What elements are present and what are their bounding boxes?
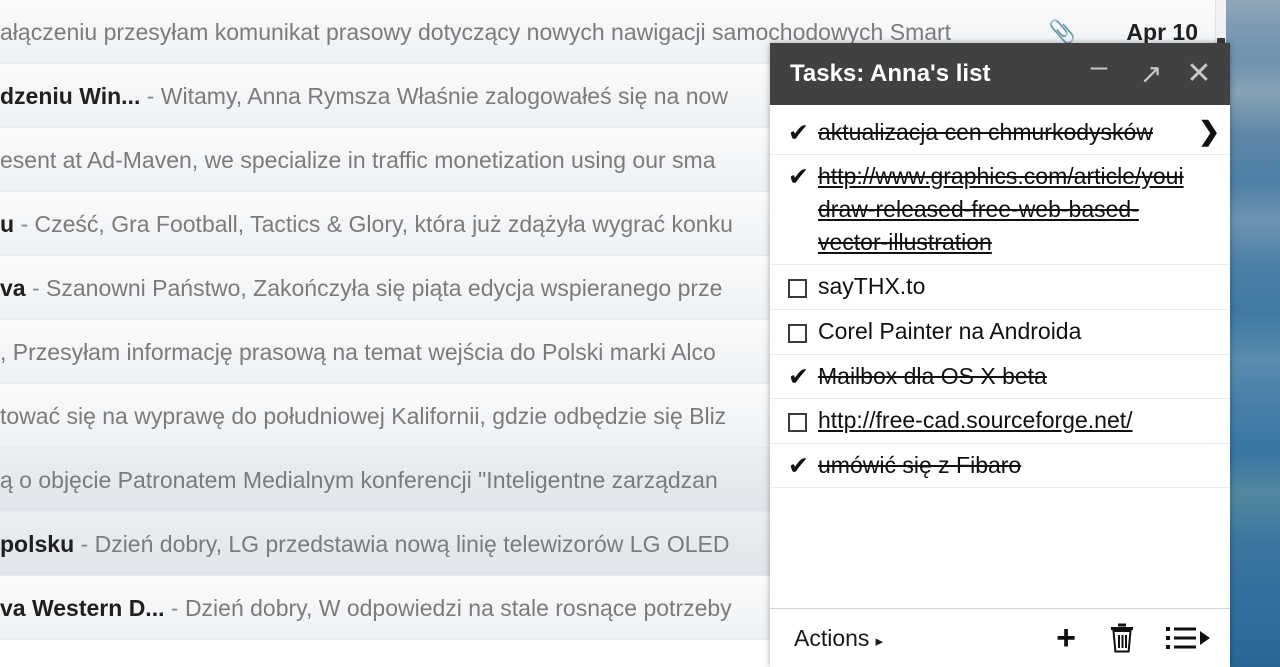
task-row[interactable]: sayTHX.to — [770, 265, 1230, 310]
mail-sender: dzeniu Win... — [0, 83, 141, 109]
task-row[interactable]: ✔ umówić się z Fibaro — [770, 444, 1230, 488]
switch-list-button[interactable] — [1164, 609, 1212, 667]
mail-snippet: tować się na wyprawę do południowej Kali… — [0, 403, 727, 429]
task-checked-icon[interactable]: ✔ — [788, 452, 818, 480]
close-icon[interactable]: ✕ — [1182, 43, 1216, 105]
mail-dash: - — [31, 275, 40, 301]
mail-snippet: Cześć, Gra Football, Tactics & Glory, kt… — [34, 211, 733, 237]
mail-snippet: esent at Ad-Maven, we specialize in traf… — [0, 147, 716, 173]
mail-snippet: ą o objęcie Patronatem Medialnym konfere… — [0, 467, 718, 493]
task-row[interactable]: ✔ Mailbox dla OS X beta — [770, 355, 1230, 399]
task-checked-icon[interactable]: ✔ — [788, 163, 818, 191]
mail-snippet: Dzień dobry, LG przedstawia nową linię t… — [94, 531, 730, 557]
actions-label: Actions — [794, 625, 870, 651]
task-title: sayTHX.to — [818, 273, 926, 299]
trash-icon — [1111, 623, 1133, 653]
list-icon — [1166, 626, 1210, 649]
tasks-panel[interactable]: Tasks: Anna's list – ↗ ✕ ✔ aktualizacja c… — [770, 43, 1230, 667]
checkbox-empty-icon[interactable] — [788, 413, 807, 432]
mail-sender: polsku — [0, 531, 75, 557]
tasks-footer: Actions ▸ + — [770, 608, 1230, 667]
task-row[interactable]: ✔ http://www.graphics.com/article/youidra… — [770, 155, 1230, 265]
checkbox-empty-icon[interactable] — [788, 324, 807, 343]
chevron-right-icon[interactable]: ❯ — [1198, 115, 1220, 148]
mail-dash: - — [80, 531, 89, 557]
task-link[interactable]: http://www.graphics.com/article/youidraw… — [818, 160, 1190, 259]
task-row[interactable]: Corel Painter na Androida — [770, 310, 1230, 355]
tasks-title: Tasks: Anna's list — [790, 60, 991, 87]
mail-dash: - — [170, 595, 179, 621]
desktop-background: ałączeniu przesyłam komunikat prasowy do… — [0, 0, 1280, 667]
mail-snippet: ałączeniu przesyłam komunikat prasowy do… — [0, 19, 952, 45]
task-link[interactable]: http://free-cad.sourceforge.net/ — [818, 404, 1190, 437]
task-title: Corel Painter na Androida — [818, 318, 1082, 344]
actions-menu-button[interactable]: Actions ▸ — [794, 609, 883, 667]
task-checked-icon[interactable]: ✔ — [788, 119, 818, 147]
task-checkbox[interactable] — [788, 273, 818, 304]
mail-dash: - — [146, 83, 155, 109]
caret-right-icon: ▸ — [875, 633, 883, 650]
mail-dash: - — [20, 211, 29, 237]
tasks-titlebar[interactable]: Tasks: Anna's list – ↗ ✕ — [770, 43, 1230, 105]
mail-sender: va — [0, 275, 26, 301]
mail-snippet: Szanowni Państwo, Zakończyła się piąta e… — [46, 275, 723, 301]
delete-task-button[interactable] — [1106, 609, 1138, 667]
add-task-button[interactable]: + — [1050, 609, 1082, 667]
task-checkbox[interactable] — [788, 318, 818, 349]
popout-icon[interactable]: ↗ — [1134, 43, 1168, 105]
tasks-list[interactable]: ✔ aktualizacja cen chmurkodysków ❯ ✔ http://… — [770, 105, 1230, 608]
mail-snippet: , Przesyłam informację prasową na temat … — [0, 339, 716, 365]
minimize-icon[interactable]: – — [1082, 43, 1116, 105]
mail-sender: u — [0, 211, 15, 237]
task-title: umówić się z Fibaro — [818, 452, 1022, 478]
mail-sender: va Western D... — [0, 595, 165, 621]
task-row[interactable]: ✔ aktualizacja cen chmurkodysków ❯ — [770, 111, 1230, 155]
mail-snippet: Witamy, Anna Rymsza Właśnie zalogowałeś … — [160, 83, 728, 109]
mail-snippet: Dzień dobry, W odpowiedzi na stale rosną… — [184, 595, 732, 621]
checkbox-empty-icon[interactable] — [788, 279, 807, 298]
task-row[interactable]: http://free-cad.sourceforge.net/ — [770, 399, 1230, 444]
task-title: Mailbox dla OS X beta — [818, 363, 1047, 389]
task-checkbox[interactable] — [788, 407, 818, 438]
task-checked-icon[interactable]: ✔ — [788, 363, 818, 391]
task-title: aktualizacja cen chmurkodysków — [818, 119, 1153, 145]
